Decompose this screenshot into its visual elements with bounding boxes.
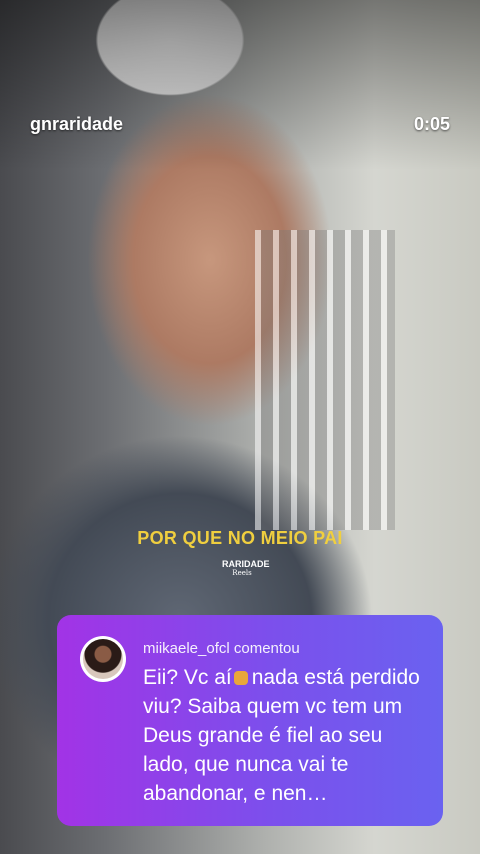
watermark-logo: RARIDADE Reels — [222, 559, 270, 578]
comment-text: Eii? Vc aí nada está perdido viu? Saiba q… — [143, 663, 433, 808]
comment-author: miikaele_ofcl comentou — [143, 640, 300, 657]
avatar[interactable] — [80, 636, 126, 682]
video-caption: POR QUE NO MEIO PAI — [137, 528, 343, 548]
video-timestamp: 0:05 — [413, 114, 450, 134]
fist-icon — [233, 671, 248, 685]
watermark-subtitle: Reels — [232, 569, 252, 577]
avatar-image — [83, 639, 123, 679]
video-frame[interactable]: gnraridade 0:05 POR QUE NO MEIO PAI RARI… — [0, 0, 480, 854]
watermark-title: RARIDADE — [222, 559, 270, 569]
account-name[interactable]: gnraridade — [30, 114, 123, 135]
comment-card[interactable]: miikaele_ofcl comentou Eii? Vc aí nada es… — [57, 615, 443, 826]
video-header: gnraridade 0:05 — [30, 114, 450, 135]
comment-text-start: Eii? Vc aí — [143, 666, 232, 689]
